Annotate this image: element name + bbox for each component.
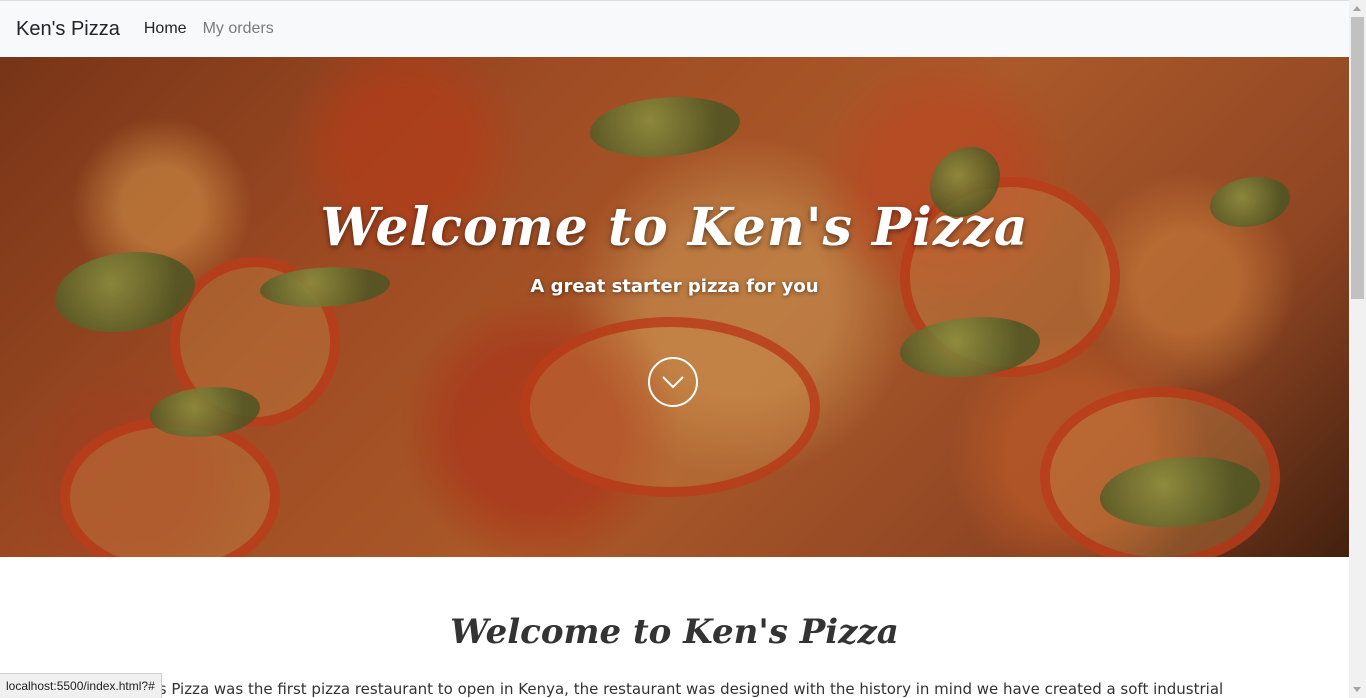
scroll-down-arrow-icon[interactable] <box>1353 687 1361 692</box>
nav-link-my-orders[interactable]: My orders <box>203 20 274 38</box>
scroll-up-arrow-icon[interactable] <box>1353 6 1361 11</box>
page: Ken's Pizza Home My orders Welcome to Ke… <box>0 0 1366 698</box>
vertical-scrollbar[interactable] <box>1349 0 1366 698</box>
hero-overlay <box>0 57 1349 557</box>
brand-link[interactable]: Ken's Pizza <box>16 18 120 41</box>
navbar: Ken's Pizza Home My orders <box>0 0 1349 57</box>
about-section: Welcome to Ken's Pizza Ken's Pizza was t… <box>0 557 1349 698</box>
about-text: Ken's Pizza was the first pizza restaura… <box>127 680 1224 698</box>
hero-subtitle: A great starter pizza for you <box>530 276 819 297</box>
chevron-down-icon <box>662 376 684 389</box>
hero-banner: Welcome to Ken's Pizza A great starter p… <box>0 57 1349 557</box>
status-bar-url: localhost:5500/index.html?# <box>0 673 162 698</box>
nav-link-home[interactable]: Home <box>144 20 187 38</box>
about-title: Welcome to Ken's Pizza <box>450 612 899 652</box>
scrollbar-thumb[interactable] <box>1351 17 1364 299</box>
scroll-down-button[interactable] <box>648 357 698 407</box>
hero-title: Welcome to Ken's Pizza <box>320 197 1029 258</box>
hero-content: Welcome to Ken's Pizza A great starter p… <box>0 197 1349 297</box>
